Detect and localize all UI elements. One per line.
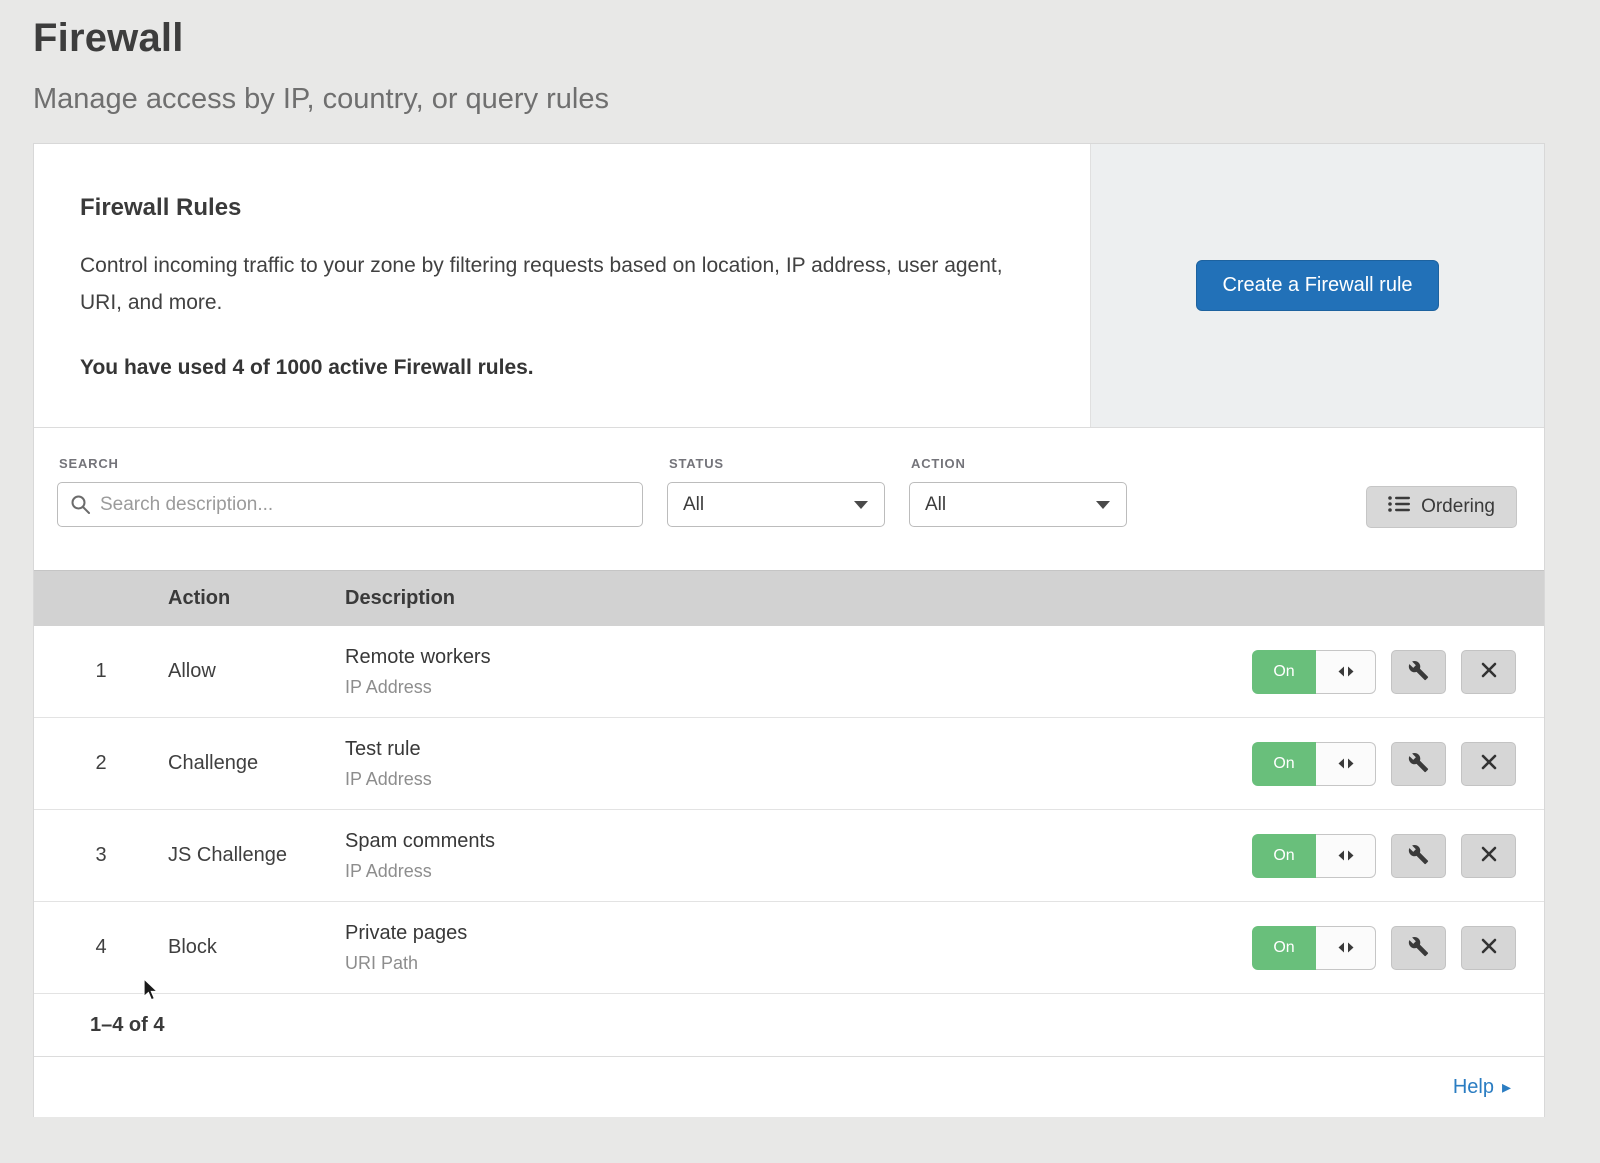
table-row: 1 Allow Remote workers IP Address On [34,626,1544,718]
delete-rule-button[interactable] [1461,742,1516,786]
card-action-panel: Create a Firewall rule [1090,144,1544,427]
toggle-arrows-icon[interactable] [1316,742,1376,786]
rule-description: Remote workers [345,646,1252,669]
close-icon [1480,937,1498,958]
action-label: ACTION [911,456,1127,471]
chevron-down-icon [1096,501,1110,509]
section-description: Control incoming traffic to your zone by… [80,248,1025,322]
rule-action: Block [168,936,345,959]
wrench-icon [1408,844,1429,868]
rule-description: Test rule [345,738,1252,761]
action-select[interactable]: All [909,482,1127,527]
toggle-on-label[interactable]: On [1252,650,1316,694]
close-icon [1480,753,1498,774]
search-input[interactable] [57,482,643,527]
wrench-icon [1408,660,1429,684]
edit-rule-button[interactable] [1391,926,1446,970]
edit-rule-button[interactable] [1391,742,1446,786]
rule-description-cell: Test rule IP Address [345,738,1252,790]
action-select-value: All [925,494,946,516]
edit-rule-button[interactable] [1391,650,1446,694]
rule-priority: 2 [34,752,168,775]
pagination-text: 1–4 of 4 [90,1014,164,1037]
wrench-icon [1408,752,1429,776]
table-header: Action Description [34,570,1544,626]
close-icon [1480,661,1498,682]
help-row: Help ▸ [34,1057,1544,1117]
help-link[interactable]: Help ▸ [1453,1076,1511,1099]
rule-action: Allow [168,660,345,683]
card-intro: Firewall Rules Control incoming traffic … [34,144,1090,427]
action-filter: ACTION All [909,456,1127,527]
wrench-icon [1408,936,1429,960]
page-subtitle: Manage access by IP, country, or query r… [33,83,1567,116]
rule-controls: On [1252,926,1544,970]
column-header-description: Description [345,587,1516,610]
rule-priority: 4 [34,936,168,959]
page-header: Firewall Manage access by IP, country, o… [0,0,1600,116]
edit-rule-button[interactable] [1391,834,1446,878]
rule-action: Challenge [168,752,345,775]
rule-match-type: IP Address [345,861,1252,882]
rule-description-cell: Spam comments IP Address [345,830,1252,882]
toggle-arrows-icon[interactable] [1316,834,1376,878]
search-label: SEARCH [59,456,643,471]
status-select-value: All [683,494,704,516]
filters-bar: SEARCH STATUS All [34,428,1544,570]
firewall-rules-card: Firewall Rules Control incoming traffic … [33,143,1545,1117]
table-body: 1 Allow Remote workers IP Address On [34,626,1544,994]
search-filter: SEARCH [57,456,643,527]
ordering-label: Ordering [1421,496,1495,518]
chevron-down-icon [854,501,868,509]
rule-description-cell: Remote workers IP Address [345,646,1252,698]
rule-priority: 3 [34,844,168,867]
rule-controls: On [1252,650,1544,694]
card-top-section: Firewall Rules Control incoming traffic … [34,144,1544,428]
table-row: 2 Challenge Test rule IP Address On [34,718,1544,810]
create-firewall-rule-button[interactable]: Create a Firewall rule [1196,260,1438,311]
delete-rule-button[interactable] [1461,926,1516,970]
rule-action: JS Challenge [168,844,345,867]
status-filter: STATUS All [667,456,885,527]
delete-rule-button[interactable] [1461,650,1516,694]
section-title: Firewall Rules [80,194,1030,222]
rule-priority: 1 [34,660,168,683]
rule-controls: On [1252,834,1544,878]
ordering-button[interactable]: Ordering [1366,486,1517,528]
table-row: 4 Block Private pages URI Path On [34,902,1544,994]
help-label: Help [1453,1076,1494,1099]
usage-note: You have used 4 of 1000 active Firewall … [80,356,1030,380]
rule-enabled-toggle[interactable]: On [1252,834,1376,878]
toggle-on-label[interactable]: On [1252,834,1316,878]
status-label: STATUS [669,456,885,471]
rule-enabled-toggle[interactable]: On [1252,650,1376,694]
toggle-arrows-icon[interactable] [1316,650,1376,694]
rule-description: Private pages [345,922,1252,945]
rule-match-type: IP Address [345,677,1252,698]
rule-match-type: URI Path [345,953,1252,974]
delete-rule-button[interactable] [1461,834,1516,878]
rule-description: Spam comments [345,830,1252,853]
rule-description-cell: Private pages URI Path [345,922,1252,974]
toggle-on-label[interactable]: On [1252,926,1316,970]
toggle-on-label[interactable]: On [1252,742,1316,786]
ordering-list-icon [1388,495,1410,519]
pagination-row: 1–4 of 4 [34,994,1544,1057]
rule-enabled-toggle[interactable]: On [1252,742,1376,786]
rule-match-type: IP Address [345,769,1252,790]
close-icon [1480,845,1498,866]
help-arrow-icon: ▸ [1502,1077,1511,1098]
table-row: 3 JS Challenge Spam comments IP Address … [34,810,1544,902]
toggle-arrows-icon[interactable] [1316,926,1376,970]
status-select[interactable]: All [667,482,885,527]
rule-enabled-toggle[interactable]: On [1252,926,1376,970]
search-icon [70,494,91,520]
column-header-action: Action [168,587,345,610]
rule-controls: On [1252,742,1544,786]
page-title: Firewall [33,16,1567,61]
